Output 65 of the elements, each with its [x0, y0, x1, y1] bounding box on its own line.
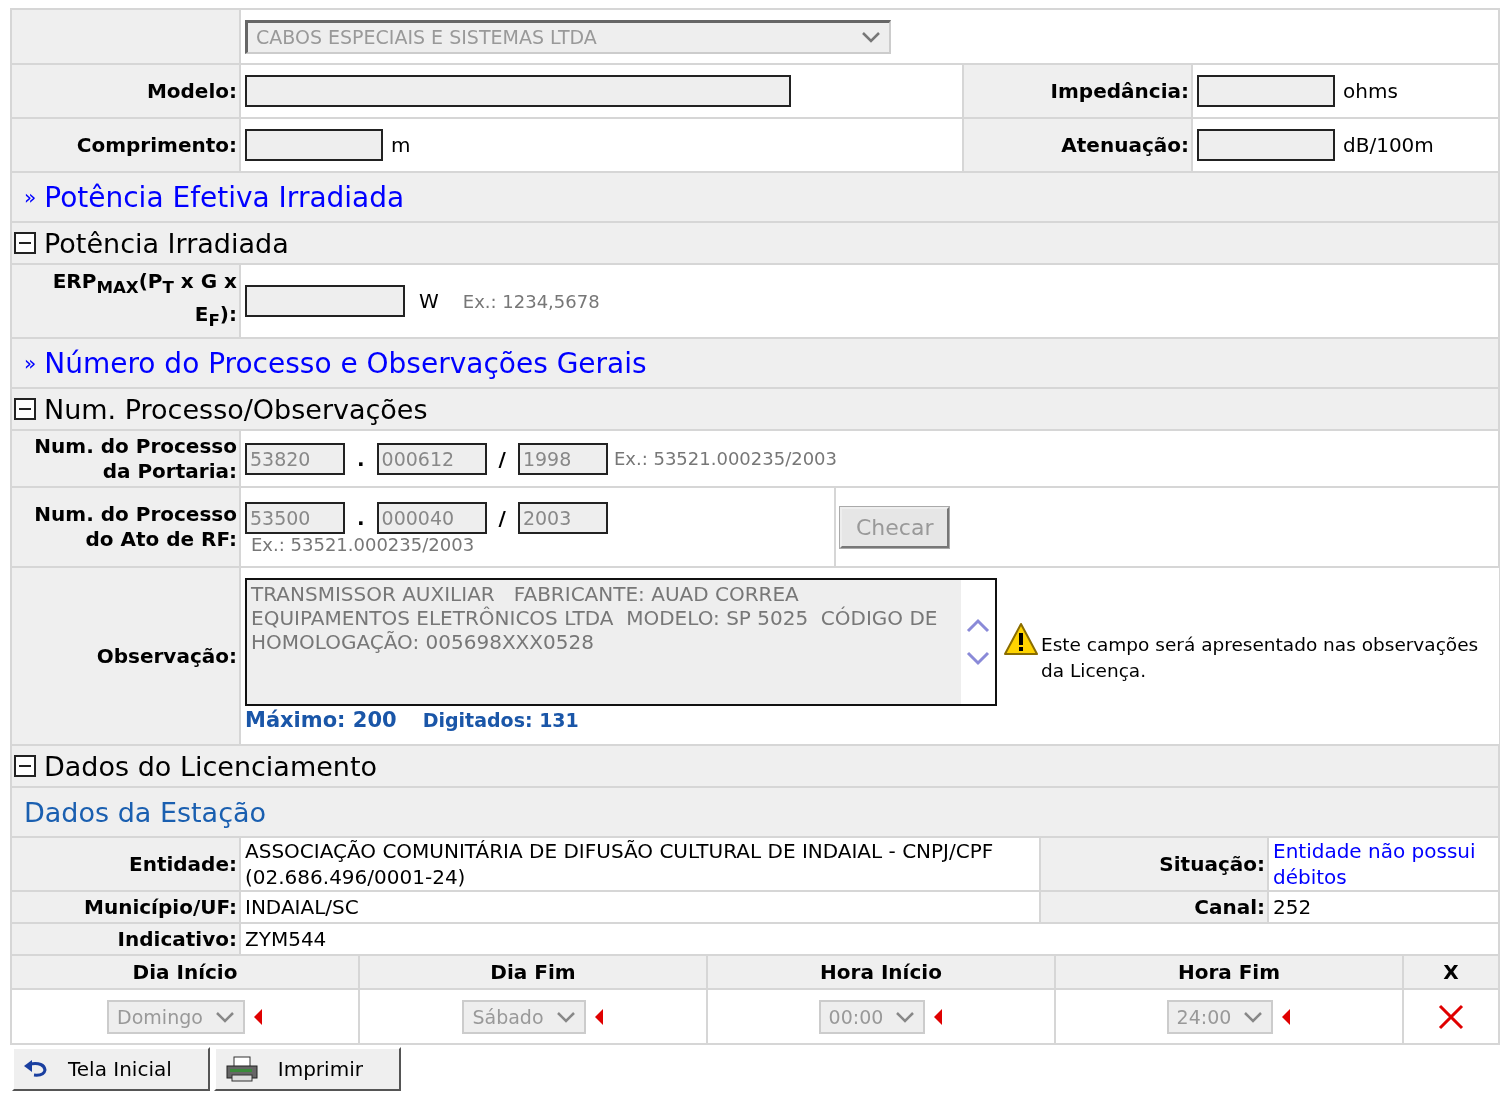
notice-text: Este campo será apresentado nas observações da Licença. [1041, 633, 1480, 683]
scroll-up-icon[interactable] [966, 617, 990, 633]
unit-label: m [391, 133, 411, 157]
caret-icon [861, 31, 881, 43]
field-value: 252 [1273, 894, 1312, 920]
observation-field[interactable]: TRANSMISSOR AUXILIAR FABRICANTE: AUAD CORREA EQUIPAMENTOS ELETRÔNICOS LTDA MODELO: SP 5025 CÓDIGO DE HOMOLOGAÇÃO: 005698XXX0528 [245, 578, 997, 706]
home-button[interactable]: Tela Inicial [12, 1047, 210, 1091]
section-link[interactable]: Potência Efetiva Irradiada [44, 180, 405, 214]
column-header: Dia Início [12, 956, 358, 988]
field-label: Entidade: [12, 838, 239, 890]
delete-icon[interactable] [1437, 1003, 1465, 1030]
caret-icon [214, 1010, 235, 1023]
separator: . [357, 505, 365, 530]
example-hint: Ex.: 53521.000235/2003 [613, 448, 838, 469]
section-title: Dados da Estação [24, 796, 267, 828]
max-count: Máximo: 200 [245, 708, 397, 732]
link-marker: » [24, 351, 37, 375]
printer-icon [223, 1055, 260, 1083]
field-label: Situação: [1041, 838, 1267, 890]
field-label: Indicativo: [12, 924, 239, 954]
field-label: Num. do Processo da Portaria: [33, 433, 237, 484]
field-label: Impedância: [964, 65, 1191, 117]
section-title: Num. Processo/Observações [44, 393, 428, 425]
field-value: ZYM544 [245, 926, 327, 952]
caret-icon [1243, 1010, 1264, 1023]
caret-icon [895, 1010, 916, 1023]
text-field[interactable] [1197, 129, 1335, 161]
link-marker: » [24, 185, 37, 209]
separator: / [498, 446, 506, 471]
print-button[interactable]: Imprimir [213, 1047, 401, 1091]
field-label: Atenuação: [964, 119, 1191, 171]
collapse-icon[interactable] [14, 398, 36, 420]
unit-label: dB/100m [1343, 133, 1434, 157]
column-header: X [1404, 956, 1498, 988]
field-label: Num. do Processo do Ato de RF: [33, 502, 237, 552]
unit-label: ohms [1343, 79, 1398, 103]
caret-icon [555, 1010, 576, 1023]
field-label: Município/UF: [12, 892, 239, 922]
field-label: Observação: [12, 568, 239, 744]
typed-count: Digitados: 131 [422, 709, 579, 731]
field-value: INDAIAL/SC [245, 894, 359, 920]
field-label: Modelo: [12, 65, 239, 117]
section-title: Potência Irradiada [44, 227, 289, 259]
column-header: Hora Início [708, 956, 1054, 988]
text-field[interactable] [245, 129, 383, 161]
column-header: Dia Fim [360, 956, 706, 988]
separator: / [498, 505, 506, 530]
collapse-icon[interactable] [14, 232, 36, 254]
text-field[interactable] [1197, 75, 1335, 107]
example-hint: Ex.: 53521.000235/2003 [251, 533, 475, 555]
field-label: Comprimento: [12, 119, 239, 171]
field-label: Canal: [1041, 892, 1267, 922]
scroll-down-icon[interactable] [966, 651, 990, 667]
field-value: ASSOCIAÇÃO COMUNITÁRIA DE DIFUSÃO CULTURAL DE INDAIAL - CNPJ/CPF (02.686.496/0001-24) [245, 838, 995, 890]
unit-label: W [419, 289, 439, 313]
section-link[interactable]: Número do Processo e Observações Gerais [44, 346, 647, 380]
field-label: ERP$_{MAX}$(P$_{T}$ x G x E$_{F}$): [51, 268, 237, 332]
warning-icon [1003, 622, 1039, 656]
example-hint: Ex.: 1234,5678 [462, 290, 600, 312]
separator: . [357, 446, 365, 471]
collapse-icon[interactable] [14, 755, 36, 777]
column-header: Hora Fim [1056, 956, 1402, 988]
text-field[interactable] [245, 285, 405, 317]
section-title: Dados do Licenciamento [44, 750, 378, 782]
text-field[interactable] [245, 75, 791, 107]
